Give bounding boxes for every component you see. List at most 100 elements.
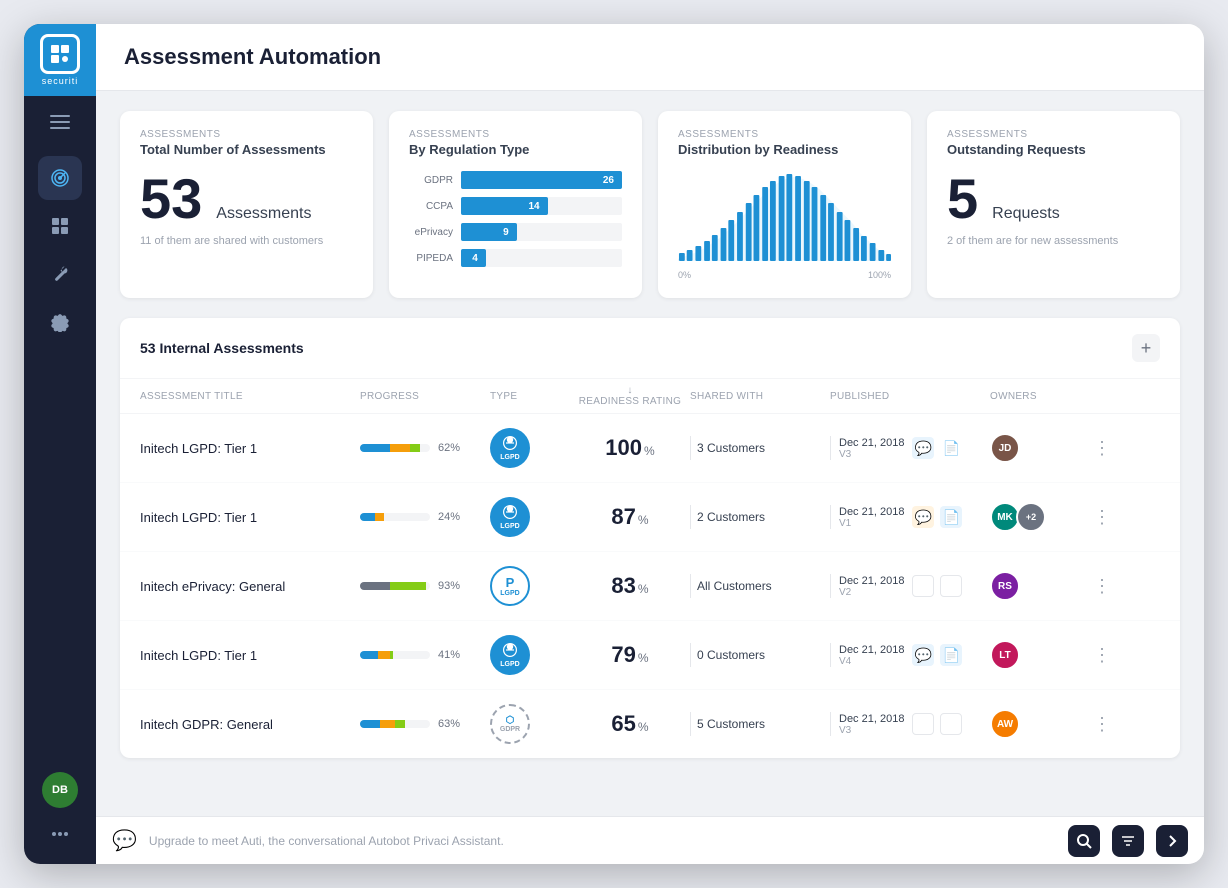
sidebar-item-radar[interactable] (38, 156, 82, 200)
col-header-shared: Shared With (690, 391, 830, 402)
doc-icon[interactable]: 📄 (940, 437, 962, 459)
shared-text: 2 Customers (697, 510, 765, 524)
chat-icon[interactable]: 💬 (912, 437, 934, 459)
row-title: Initech LGPD: Tier 1 (140, 510, 360, 525)
table-header: 53 Internal Assessments + (120, 318, 1180, 379)
page-header: Assessment Automation (96, 24, 1204, 91)
stat-cards: Assessments Total Number of Assessments … (120, 111, 1180, 298)
table-row: Initech GDPR: General 63% ⬡ GDPR 65 % 5 … (120, 690, 1180, 758)
chat-icon[interactable]: 💬 (912, 506, 934, 528)
readiness-cell: 87 % (570, 504, 690, 530)
row-more-button[interactable]: ⋮ (1090, 505, 1114, 529)
stat-sub-total: 11 of them are shared with customers (140, 235, 353, 247)
col-header-progress: Progress (360, 391, 490, 402)
readiness-sign: % (644, 444, 655, 458)
progress-bar (360, 582, 430, 590)
published-cell: Dec 21, 2018 V3 (830, 712, 990, 736)
search-button[interactable] (1068, 825, 1100, 857)
doc-icon[interactable]: 📄 (940, 506, 962, 528)
type-cell: LGPD (490, 635, 570, 675)
shared-text: All Customers (697, 579, 772, 593)
type-badge: P LGPD (490, 566, 530, 606)
progress-bar (360, 651, 430, 659)
pub-date: Dec 21, 2018 (839, 713, 904, 725)
logo-text: securiti (42, 76, 79, 86)
owners-cell: JD (990, 433, 1090, 463)
readiness-value: 65 (611, 711, 635, 737)
pub-icons: 💬 📄 (912, 506, 962, 528)
dots-icon[interactable] (42, 816, 78, 852)
row-more-button[interactable]: ⋮ (1090, 712, 1114, 736)
row-more-button[interactable]: ⋮ (1090, 574, 1114, 598)
progress-cell: 93% (360, 580, 490, 592)
progress-bar (360, 444, 430, 452)
chat-icon[interactable]: 💬 (912, 644, 934, 666)
sidebar-item-grid[interactable] (38, 204, 82, 248)
doc-icon[interactable]: 📄 (940, 644, 962, 666)
col-header-published: Published (830, 391, 990, 402)
owners-cell: MK+2 (990, 502, 1090, 532)
hamburger-button[interactable] (24, 100, 96, 144)
stat-number-outstanding: 5 (947, 171, 978, 227)
page-title: Assessment Automation (124, 44, 1176, 70)
sidebar-item-settings[interactable] (38, 300, 82, 344)
bar-row-ccpa: CCPA 14 (409, 197, 622, 215)
row-title: Initech ePrivacy: General (140, 579, 360, 594)
row-more-button[interactable]: ⋮ (1090, 643, 1114, 667)
progress-pct: 93% (438, 580, 460, 592)
table-row: Initech LGPD: Tier 1 41% LGPD 79 % 0 Cus… (120, 621, 1180, 690)
shared-text: 3 Customers (697, 441, 765, 455)
table-row: Initech LGPD: Tier 1 62% LGPD 100 % 3 Cu… (120, 414, 1180, 483)
user-avatar[interactable]: DB (42, 772, 78, 808)
readiness-value: 100 (605, 435, 642, 461)
readiness-value: 79 (611, 642, 635, 668)
pub-date: Dec 21, 2018 (839, 644, 904, 656)
row-title: Initech GDPR: General (140, 717, 360, 732)
progress-cell: 62% (360, 442, 490, 454)
col-header-type: Type (490, 391, 570, 402)
type-cell: P LGPD (490, 566, 570, 606)
stat-unit-total: Assessments (216, 205, 311, 223)
bar-row-eprivacy: ePrivacy 9 (409, 223, 622, 241)
shared-cell: All Customers (690, 574, 830, 598)
add-assessment-button[interactable]: + (1132, 334, 1160, 362)
table-row: Initech LGPD: Tier 1 24% LGPD 87 % 2 Cus… (120, 483, 1180, 552)
col-header-readiness: ↓ Readiness Rating (570, 385, 690, 407)
chat-icon-empty (912, 575, 934, 597)
owners-cell: AW (990, 709, 1090, 739)
table-body: Initech LGPD: Tier 1 62% LGPD 100 % 3 Cu… (120, 414, 1180, 758)
shared-cell: 2 Customers (690, 505, 830, 529)
stat-title-regulation: By Regulation Type (409, 142, 622, 157)
progress-bar (360, 720, 430, 728)
table-column-headers: Assessment Title Progress Type ↓ Readine… (120, 379, 1180, 414)
pub-icons (912, 713, 962, 735)
readiness-sign: % (638, 720, 649, 734)
shared-text: 5 Customers (697, 717, 765, 731)
stat-card-distribution: Assessments Distribution by Readiness (658, 111, 911, 298)
pub-version: V3 (839, 449, 904, 460)
filter-button[interactable] (1112, 825, 1144, 857)
table-title: 53 Internal Assessments (140, 340, 304, 356)
main-content: Assessment Automation Assessments Total … (96, 24, 1204, 864)
logo: securiti (24, 24, 96, 96)
type-badge: LGPD (490, 428, 530, 468)
published-cell: Dec 21, 2018 V2 (830, 574, 990, 598)
stat-title-total: Total Number of Assessments (140, 142, 353, 157)
readiness-cell: 83 % (570, 573, 690, 599)
stat-sub-outstanding: 2 of them are for new assessments (947, 235, 1160, 247)
type-cell: LGPD (490, 428, 570, 468)
stat-card-outstanding: Assessments Outstanding Requests 5 Reque… (927, 111, 1180, 298)
readiness-value: 83 (611, 573, 635, 599)
progress-bar (360, 513, 430, 521)
axis-end: 100% (868, 270, 891, 280)
bar-row-pipeda: PIPEDA 4 (409, 249, 622, 267)
sidebar-item-tools[interactable] (38, 252, 82, 296)
row-more-button[interactable]: ⋮ (1090, 436, 1114, 460)
forward-button[interactable] (1156, 825, 1188, 857)
stat-number-total: 53 (140, 171, 202, 227)
owners-cell: LT (990, 640, 1090, 670)
stat-card-total: Assessments Total Number of Assessments … (120, 111, 373, 298)
stat-unit-outstanding: Requests (992, 205, 1060, 223)
col-header-title: Assessment Title (140, 391, 360, 402)
owners-cell: RS (990, 571, 1090, 601)
